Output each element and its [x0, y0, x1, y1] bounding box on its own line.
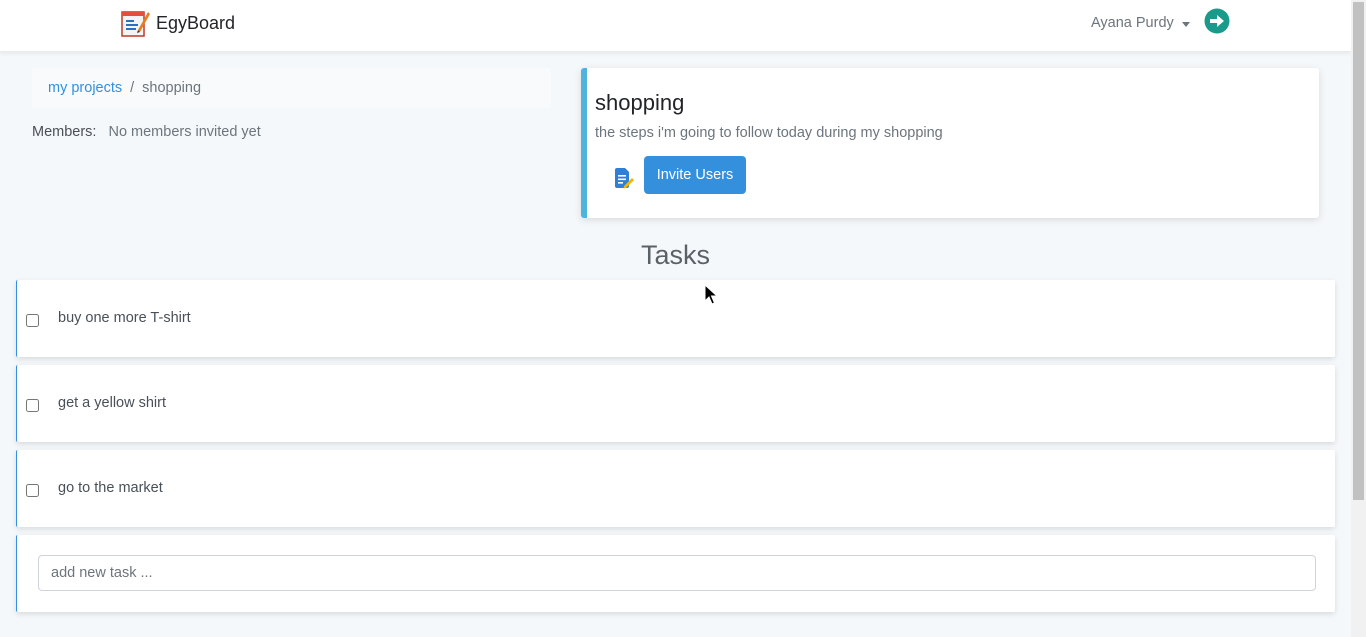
- task-item: go to the market: [16, 450, 1335, 527]
- project-description: the steps i'm going to follow today duri…: [595, 125, 943, 141]
- navbar: EgyBoard Ayana Purdy: [0, 0, 1351, 52]
- task-item: buy one more T-shirt: [16, 280, 1335, 357]
- task-text: buy one more T-shirt: [58, 310, 191, 326]
- page-scrollbar[interactable]: [1351, 0, 1366, 637]
- new-task-card: [16, 535, 1335, 612]
- members-label: Members:: [32, 124, 97, 140]
- brand-link[interactable]: EgyBoard: [120, 7, 235, 39]
- tasks-heading: Tasks: [640, 240, 711, 270]
- edit-document-icon[interactable]: [611, 166, 635, 190]
- caret-down-icon: [1181, 21, 1190, 27]
- task-checkbox[interactable]: [26, 484, 39, 497]
- project-card: shopping the steps i'm going to follow t…: [581, 68, 1319, 218]
- breadcrumb-my-projects-link[interactable]: my projects: [48, 80, 122, 96]
- task-text: get a yellow shirt: [58, 395, 166, 411]
- user-name: Ayana Purdy: [1091, 15, 1174, 31]
- new-task-input[interactable]: [38, 555, 1316, 591]
- breadcrumb: my projects / shopping: [32, 68, 551, 108]
- task-checkbox[interactable]: [26, 399, 39, 412]
- breadcrumb-separator: /: [130, 80, 135, 96]
- invite-users-button[interactable]: Invite Users: [644, 156, 746, 194]
- members-info: Members: No members invited yet: [32, 124, 261, 140]
- brand-name: EgyBoard: [156, 12, 236, 33]
- user-menu-dropdown[interactable]: Ayana Purdy: [1091, 15, 1190, 31]
- egyboard-logo-icon: [121, 11, 150, 37]
- task-text: go to the market: [58, 480, 163, 496]
- scrollbar-thumb[interactable]: [1353, 2, 1364, 500]
- project-title: shopping: [595, 90, 685, 115]
- arrow-circle-right-icon[interactable]: [1204, 8, 1230, 34]
- members-value: No members invited yet: [108, 124, 261, 140]
- task-item: get a yellow shirt: [16, 365, 1335, 442]
- task-checkbox[interactable]: [26, 314, 39, 327]
- breadcrumb-current: shopping: [142, 80, 202, 96]
